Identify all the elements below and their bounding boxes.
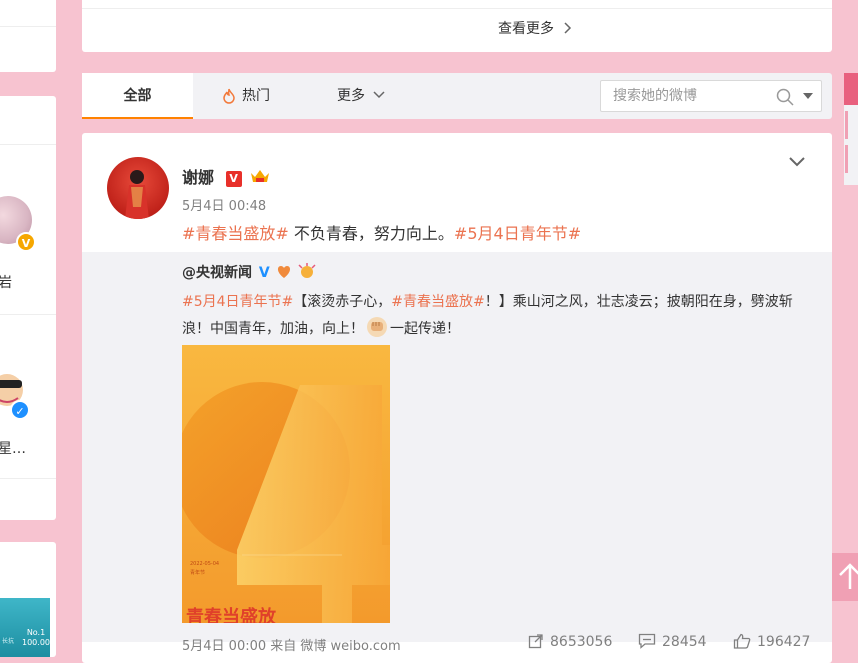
post-image[interactable]: 2022-05-04 青年节 青春当盛放 <box>182 345 390 623</box>
chevron-down-icon <box>373 91 385 99</box>
ad-image[interactable]: No.1 100.00 长抗 <box>0 598 50 657</box>
fist-emoji-icon <box>367 317 387 337</box>
sidebar-marker <box>845 145 848 173</box>
see-more-link[interactable]: 查看更多 <box>498 18 572 38</box>
chevron-down-icon <box>789 157 805 167</box>
reposted-weibo: @央视新闻 V #5月4日青年节#【滚烫赤子心，#青春当盛放#！】乘山河之风，壮… <box>82 252 832 642</box>
divider <box>0 26 56 27</box>
ad-rank: No.1 <box>26 628 46 637</box>
chevron-right-icon <box>564 22 572 34</box>
topic-link[interactable]: #青春当盛放# <box>391 294 484 310</box>
poster-date: 2022-05-04 <box>190 561 219 567</box>
tab-all-label: 全部 <box>123 88 152 104</box>
tab-all[interactable]: 全部 <box>82 73 193 119</box>
weibo-search-box <box>600 80 822 112</box>
share-icon <box>528 634 543 649</box>
post-menu-button[interactable] <box>788 153 806 172</box>
heart-medal-icon <box>277 266 290 278</box>
tab-hot-label: 热门 <box>242 88 270 104</box>
comment-button[interactable]: 28454 <box>638 633 707 650</box>
post-time[interactable]: 5月4日 00:48 <box>182 195 266 214</box>
tab-more[interactable]: 更多 <box>337 73 385 119</box>
see-more-label: 查看更多 <box>498 21 554 37</box>
blue-v-icon: V <box>258 265 270 281</box>
see-more-card: 查看更多 <box>82 0 832 52</box>
ad-value: 100.00 <box>22 638 50 647</box>
repost-body-3: 一起传递！ <box>390 321 460 337</box>
weibo-post: 谢娜 V 5月4日 00:48 #青春当盛放# 不负青春，努力向上。#5月4日青… <box>82 133 832 663</box>
divider <box>0 314 56 315</box>
verified-v-icon: V <box>225 171 242 187</box>
repost-author[interactable]: @央视新闻 V <box>182 262 317 282</box>
blue-verified-badge-icon: ✓ <box>10 400 30 420</box>
repost-author-name: @央视新闻 <box>182 265 252 281</box>
vip-crown-icon <box>251 170 270 182</box>
thumbs-up-icon <box>733 633 751 649</box>
sidebar-marker <box>845 111 848 139</box>
search-dropdown-icon[interactable] <box>803 93 813 100</box>
post-source-time[interactable]: 5月4日 00:00 来自 微博 weibo.com <box>182 635 401 654</box>
search-input[interactable] <box>601 81 795 111</box>
avatar-figure-icon <box>125 170 149 219</box>
flame-icon <box>223 88 235 104</box>
sidebar-tab[interactable] <box>844 73 858 105</box>
post-author[interactable]: 谢娜 V <box>182 164 271 188</box>
topic-link[interactable]: #青春当盛放# <box>182 224 289 243</box>
repost-body-1: 【滚烫赤子心， <box>293 294 392 310</box>
left-card-top <box>0 0 56 72</box>
comment-count: 28454 <box>662 634 707 650</box>
profile-feed-tabs: 全部 热门 更多 <box>82 73 832 119</box>
post-body: 不负青春，努力向上。 <box>288 224 454 243</box>
arrow-up-icon <box>839 563 858 589</box>
left-card-users: V 岩 ✓ 星… <box>0 96 56 520</box>
ad-sub: 长抗 <box>2 638 15 645</box>
repost-button[interactable]: 8653056 <box>528 633 612 650</box>
topic-link[interactable]: #5月4日青年节# <box>182 294 293 310</box>
like-button[interactable]: 196427 <box>733 633 810 650</box>
tab-hot[interactable]: 热门 <box>222 73 270 119</box>
back-to-top-button[interactable] <box>832 553 858 601</box>
like-count: 196427 <box>757 634 811 650</box>
gold-verified-badge-icon: V <box>16 232 36 252</box>
tab-more-label: 更多 <box>337 88 365 104</box>
poster-headline: 青春当盛放 <box>186 606 277 623</box>
author-avatar[interactable] <box>107 157 169 219</box>
repost-count: 8653056 <box>550 634 613 650</box>
party-badge-icon <box>298 263 316 278</box>
user-name[interactable]: 岩 <box>0 272 12 292</box>
left-card-ad: No.1 100.00 长抗 <box>0 542 56 657</box>
right-sidebar-fragment <box>844 73 858 185</box>
search-icon[interactable] <box>776 88 794 106</box>
comment-icon <box>638 633 656 649</box>
author-name: 谢娜 <box>182 168 215 187</box>
divider <box>82 8 832 9</box>
youth-day-poster: 2022-05-04 青年节 青春当盛放 <box>182 345 390 623</box>
divider <box>0 144 56 145</box>
user-name[interactable]: 星… <box>0 438 26 458</box>
post-text: #青春当盛放# 不负青春，努力向上。#5月4日青年节# <box>182 220 581 244</box>
poster-caption: 青年节 <box>190 569 205 576</box>
topic-link[interactable]: #5月4日青年节# <box>454 224 581 243</box>
divider <box>0 478 56 479</box>
repost-text: #5月4日青年节#【滚烫赤子心，#青春当盛放#！】乘山河之风，壮志凌云；披朝阳在… <box>182 289 812 343</box>
